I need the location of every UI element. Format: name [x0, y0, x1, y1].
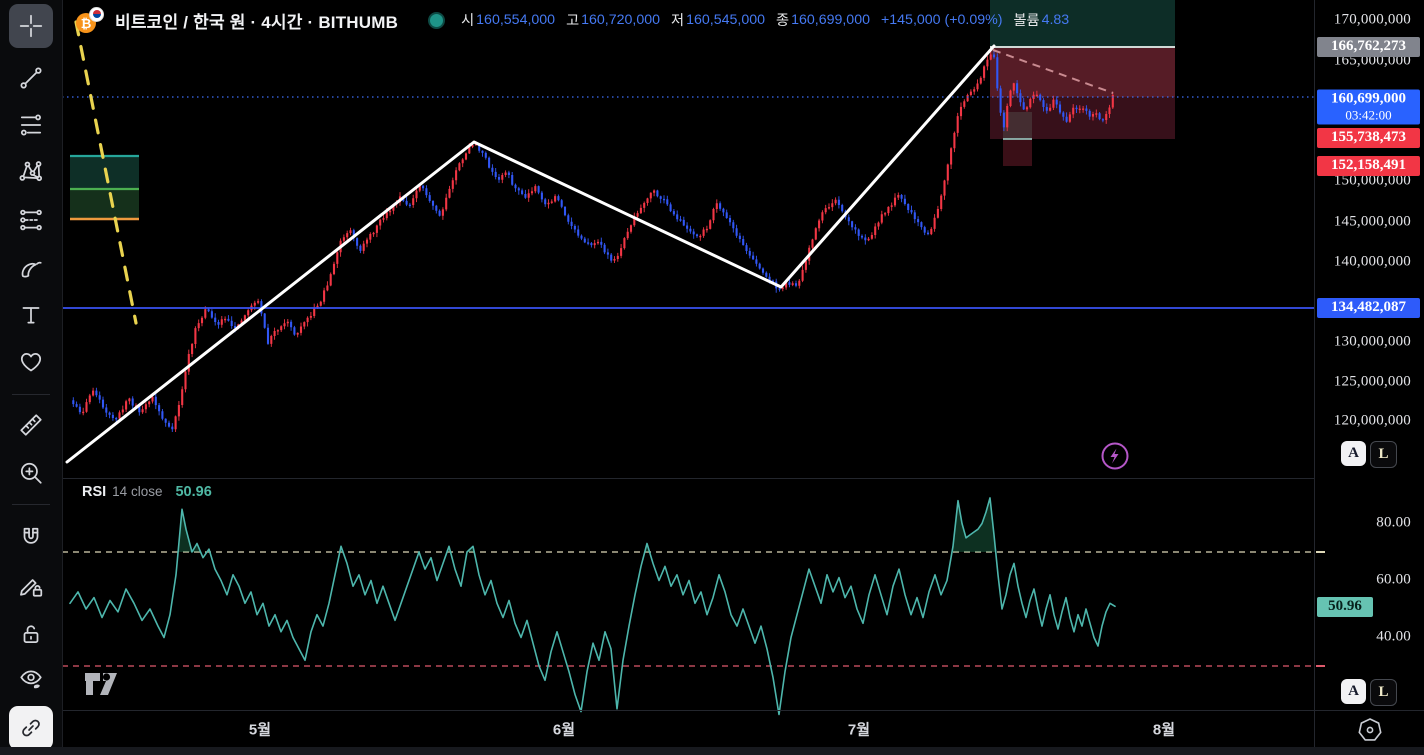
rsi-axis-label: 80.00	[1376, 514, 1411, 531]
price-axis-label: 120,000,000	[1333, 412, 1411, 429]
crosshair-tool[interactable]	[9, 4, 53, 48]
high-label: 고	[566, 13, 580, 29]
pencil-lock-icon	[20, 579, 43, 597]
fib-retracement-tool[interactable]	[9, 103, 53, 147]
crosshair-icon	[19, 14, 43, 38]
price-axis-label: 125,000,000	[1333, 373, 1411, 390]
log-scale-button[interactable]: L	[1370, 679, 1397, 706]
text-icon	[22, 307, 40, 324]
measure-tool[interactable]	[9, 403, 53, 447]
volume-label: 볼륨	[1013, 13, 1040, 29]
toolbar-divider	[12, 504, 50, 505]
auto-scale-button[interactable]: A	[1341, 441, 1366, 466]
rsi-current-value: 50.96	[175, 484, 212, 500]
ohlc-values: 시 160,554,000 고 160,720,000 저 160,545,000 종…	[461, 10, 1069, 30]
time-axis-label[interactable]: 6월	[553, 719, 575, 740]
link-icon	[22, 719, 40, 737]
lock-icon	[23, 625, 39, 643]
drawing-edit-lock-button[interactable]	[9, 564, 53, 608]
rsi-params: 14 close	[112, 484, 163, 499]
low-label: 저	[671, 13, 685, 29]
high-value: 160,720,000	[581, 12, 661, 28]
rsi-title: RSI	[82, 484, 107, 500]
entry-price-badge: 166,762,273	[1317, 37, 1420, 57]
hide-drawings-button[interactable]	[9, 657, 53, 701]
symbol-logo: ₿	[76, 6, 106, 34]
brush-tool[interactable]	[9, 246, 53, 290]
market-status-icon[interactable]	[428, 11, 446, 29]
forecast-icon	[20, 209, 42, 231]
timezone-settings-icon[interactable]	[1356, 716, 1384, 744]
price-axis-divider[interactable]	[1314, 0, 1315, 747]
korea-flag-icon	[89, 7, 104, 22]
rsi-axis-label: 60.00	[1376, 571, 1411, 588]
volume-value: 4.83	[1041, 12, 1070, 28]
lock-drawings-button[interactable]	[9, 612, 53, 656]
support-price-badge: 134,482,087	[1317, 298, 1420, 318]
chart-canvas[interactable]	[0, 0, 1424, 755]
close-label: 종	[776, 13, 790, 29]
price-axis-label: 170,000,000	[1333, 11, 1411, 28]
eye-brush-icon	[20, 670, 42, 689]
stop2-price-badge: 152,158,491	[1317, 156, 1420, 176]
chart-legend[interactable]: ₿ 비트코인 / 한국 원 · 4시간 · BITHUMB 시 160,554,0…	[76, 6, 1069, 34]
time-axis-label[interactable]: 8월	[1153, 719, 1175, 740]
rsi-axis-label: 40.00	[1376, 628, 1411, 645]
text-tool[interactable]	[9, 293, 53, 337]
emoji-heart-tool[interactable]	[9, 340, 53, 384]
xabcd-pattern-tool[interactable]	[9, 150, 53, 194]
magnet-icon	[23, 527, 39, 544]
ruler-icon	[20, 414, 42, 436]
price-axis-label: 130,000,000	[1333, 333, 1411, 350]
time-axis-label[interactable]: 5월	[249, 719, 271, 740]
link-drawings-button[interactable]	[9, 706, 53, 750]
symbol-title[interactable]: 비트코인 / 한국 원 · 4시간 · BITHUMB	[115, 8, 398, 33]
low-value: 160,545,000	[686, 12, 766, 28]
open-value: 160,554,000	[476, 12, 556, 28]
stop-price-badge: 155,738,473	[1317, 128, 1420, 148]
tradingview-logo	[85, 673, 117, 695]
price-axis-label: 145,000,000	[1333, 213, 1411, 230]
zoom-icon	[20, 462, 42, 484]
magnet-mode-button[interactable]	[9, 516, 53, 560]
brush-icon	[21, 261, 42, 278]
rsi-legend[interactable]: RSI 14 close 50.96	[82, 484, 212, 500]
close-value: 160,699,000	[791, 12, 870, 28]
heart-icon	[20, 353, 42, 372]
trend-line-tool[interactable]	[9, 56, 53, 100]
xabcd-icon	[19, 161, 43, 182]
auto-scale-button[interactable]: A	[1341, 679, 1366, 704]
forecast-position-tool[interactable]	[9, 198, 53, 242]
lightning-icon[interactable]	[1100, 441, 1130, 471]
log-scale-button[interactable]: L	[1370, 441, 1397, 468]
rsi-value-badge: 50.96	[1317, 597, 1373, 617]
time-axis-label[interactable]: 7월	[848, 719, 870, 740]
open-label: 시	[461, 13, 475, 29]
change-value: +145,000 (+0.09%)	[880, 12, 1003, 28]
toolbar-divider	[12, 394, 50, 395]
trading-chart-app: { "header": { "symbol_title": "비트코인 / 한국…	[0, 0, 1424, 755]
drawing-toolbar	[0, 0, 63, 755]
zoom-in-tool[interactable]	[9, 451, 53, 495]
fib-lines-icon	[20, 114, 42, 136]
current-price-badge: 160,699,000 03:42:00	[1317, 89, 1420, 125]
trend-line-icon	[20, 67, 42, 89]
window-bottom-edge	[0, 747, 1424, 755]
time-axis-divider	[0, 710, 1424, 711]
price-axis-label: 140,000,000	[1333, 253, 1411, 270]
pane-divider[interactable]	[62, 478, 1314, 479]
bar-countdown: 03:42:00	[1345, 107, 1392, 123]
